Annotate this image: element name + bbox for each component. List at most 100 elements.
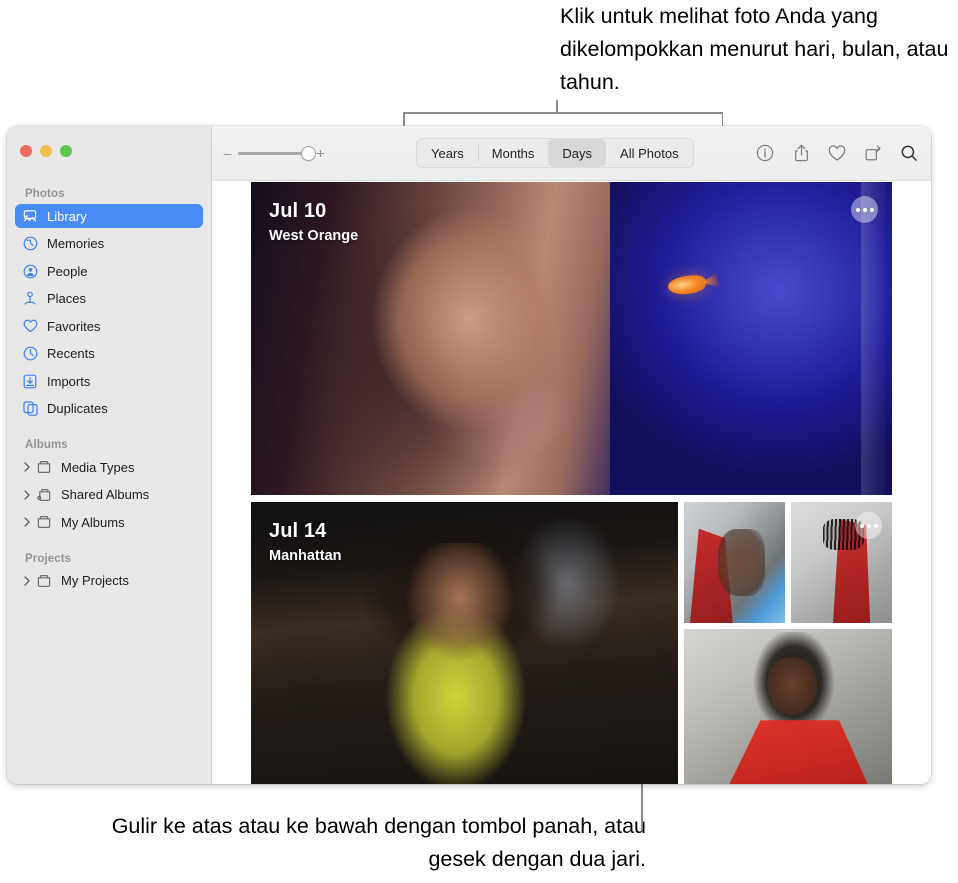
favorite-icon[interactable] bbox=[827, 143, 847, 163]
sidebar-scroll-area[interactable]: Photos Library Memories People Places Fa… bbox=[7, 182, 211, 784]
tab-years[interactable]: Years bbox=[417, 139, 478, 167]
day-label: Jul 14 Manhattan bbox=[269, 519, 342, 567]
chevron-right-icon[interactable] bbox=[21, 517, 32, 527]
zoom-slider-knob[interactable] bbox=[301, 146, 316, 161]
share-icon[interactable] bbox=[791, 143, 811, 163]
heart-icon bbox=[21, 317, 39, 335]
tab-months[interactable]: Months bbox=[477, 139, 549, 167]
photo-subject-decoration bbox=[362, 542, 550, 784]
photos-app-window: Photos Library Memories People Places Fa… bbox=[7, 126, 931, 784]
sidebar-item-label: People bbox=[47, 263, 88, 279]
sidebar-item-library[interactable]: Library bbox=[15, 204, 203, 228]
photo-thumbnail[interactable]: Jul 14 Manhattan bbox=[251, 502, 678, 784]
more-options-button[interactable] bbox=[851, 196, 878, 223]
day-label: Jul 10 West Orange bbox=[269, 199, 358, 247]
sidebar-item-my-projects[interactable]: My Projects bbox=[15, 569, 203, 593]
album-icon bbox=[35, 572, 53, 590]
sidebar-item-people[interactable]: People bbox=[15, 259, 203, 283]
sidebar-item-memories[interactable]: Memories bbox=[15, 232, 203, 256]
rotate-icon[interactable] bbox=[863, 143, 883, 163]
callout-leader-tick-left bbox=[403, 112, 405, 126]
sidebar-section-photos: Photos bbox=[25, 188, 65, 200]
sidebar-item-label: Imports bbox=[47, 373, 91, 389]
sidebar-section-projects: Projects bbox=[25, 552, 72, 565]
dot bbox=[855, 207, 860, 212]
sidebar-item-favorites[interactable]: Favorites bbox=[15, 314, 203, 338]
search-icon[interactable] bbox=[899, 143, 919, 163]
info-icon[interactable] bbox=[755, 143, 775, 163]
chevron-right-icon[interactable] bbox=[21, 489, 32, 500]
window-controls bbox=[20, 145, 72, 157]
day-group: Jul 10 West Orange bbox=[251, 182, 892, 495]
sidebar-item-recents[interactable]: Recents bbox=[15, 342, 203, 366]
album-icon bbox=[35, 458, 53, 476]
photo-thumbnail[interactable] bbox=[791, 502, 892, 623]
day-date: Jul 10 bbox=[269, 200, 327, 222]
sidebar-item-label: Media Types bbox=[61, 459, 135, 475]
toolbar: – + Years Months Days All Photos bbox=[212, 126, 931, 181]
toolbar-icon-group bbox=[755, 126, 919, 180]
photo-glare-decoration bbox=[860, 182, 887, 495]
tab-days[interactable]: Days bbox=[548, 139, 607, 167]
dot bbox=[859, 523, 864, 528]
sidebar-item-places[interactable]: Places bbox=[15, 287, 203, 311]
photo-subject-decoration bbox=[718, 528, 765, 597]
zoom-button[interactable] bbox=[60, 145, 72, 157]
chevron-right-icon[interactable] bbox=[21, 462, 32, 472]
dot bbox=[869, 207, 874, 212]
library-icon bbox=[21, 207, 39, 225]
sidebar-item-label: My Projects bbox=[61, 573, 129, 588]
photo-subgrid-row bbox=[684, 502, 892, 623]
photo-subject-decoration bbox=[609, 182, 892, 495]
zoom-in-icon[interactable]: + bbox=[316, 146, 325, 160]
sidebar-item-label: Recents bbox=[47, 346, 95, 361]
view-mode-segmented-control[interactable]: Years Months Days All Photos bbox=[416, 138, 694, 168]
memories-icon bbox=[21, 235, 39, 253]
sidebar-item-label: My Albums bbox=[61, 514, 125, 530]
sidebar-item-imports[interactable]: Imports bbox=[15, 369, 203, 393]
photo-thumbnail[interactable] bbox=[684, 629, 892, 784]
day-date: Jul 14 bbox=[269, 520, 327, 542]
photo-grid-area[interactable]: Jul 10 West Orange Jul 14 Manhattan bbox=[212, 181, 931, 784]
duplicates-icon bbox=[21, 400, 39, 418]
album-icon bbox=[35, 513, 53, 531]
sidebar-item-duplicates[interactable]: Duplicates bbox=[15, 397, 203, 421]
sidebar-item-label: Favorites bbox=[47, 318, 101, 334]
photo-thumbnail[interactable] bbox=[684, 502, 785, 623]
callout-text-bottom: Gulir ke atas atau ke bawah dengan tombo… bbox=[111, 814, 646, 871]
zoom-slider-track[interactable] bbox=[238, 146, 316, 161]
day-group: Jul 14 Manhattan bbox=[251, 502, 892, 784]
chevron-right-icon[interactable] bbox=[21, 575, 32, 586]
shared-album-icon bbox=[35, 486, 53, 504]
import-icon bbox=[21, 372, 39, 390]
sidebar-item-my-albums[interactable]: My Albums bbox=[15, 510, 203, 534]
dot bbox=[873, 523, 878, 528]
clock-icon bbox=[21, 345, 39, 363]
sidebar-item-shared-albums[interactable]: Shared Albums bbox=[15, 483, 203, 507]
main-content: – + Years Months Days All Photos Jul 10 … bbox=[212, 126, 931, 784]
callout-text-top: Klik untuk melihat foto Anda yang dikelo… bbox=[560, 4, 949, 94]
minimize-button[interactable] bbox=[40, 145, 52, 157]
photo-scroll-container[interactable]: Jul 10 West Orange Jul 14 Manhattan bbox=[251, 181, 892, 784]
sidebar-item-label: Shared Albums bbox=[61, 487, 150, 502]
photo-subgrid bbox=[684, 502, 892, 784]
zoom-out-icon[interactable]: – bbox=[223, 146, 232, 160]
sidebar: Photos Library Memories People Places Fa… bbox=[7, 126, 212, 784]
day-place: West Orange bbox=[269, 228, 359, 244]
sidebar-item-label: Library bbox=[47, 208, 87, 224]
dot bbox=[866, 523, 871, 528]
close-button[interactable] bbox=[20, 145, 32, 157]
people-icon bbox=[21, 262, 39, 280]
tab-all-photos[interactable]: All Photos bbox=[606, 139, 693, 167]
sidebar-item-label: Duplicates bbox=[47, 401, 108, 416]
dot bbox=[862, 207, 867, 212]
photo-thumbnail[interactable]: Jul 10 West Orange bbox=[251, 182, 892, 495]
places-icon bbox=[21, 290, 39, 308]
more-options-button[interactable] bbox=[855, 512, 882, 539]
sidebar-item-media-types[interactable]: Media Types bbox=[15, 455, 203, 479]
sidebar-item-label: Memories bbox=[47, 236, 105, 251]
callout-leader-tick-right bbox=[721, 112, 723, 126]
zoom-slider[interactable]: – + bbox=[223, 146, 325, 161]
sidebar-item-label: Places bbox=[47, 291, 87, 306]
callout-leader-bracket-top bbox=[403, 112, 723, 114]
